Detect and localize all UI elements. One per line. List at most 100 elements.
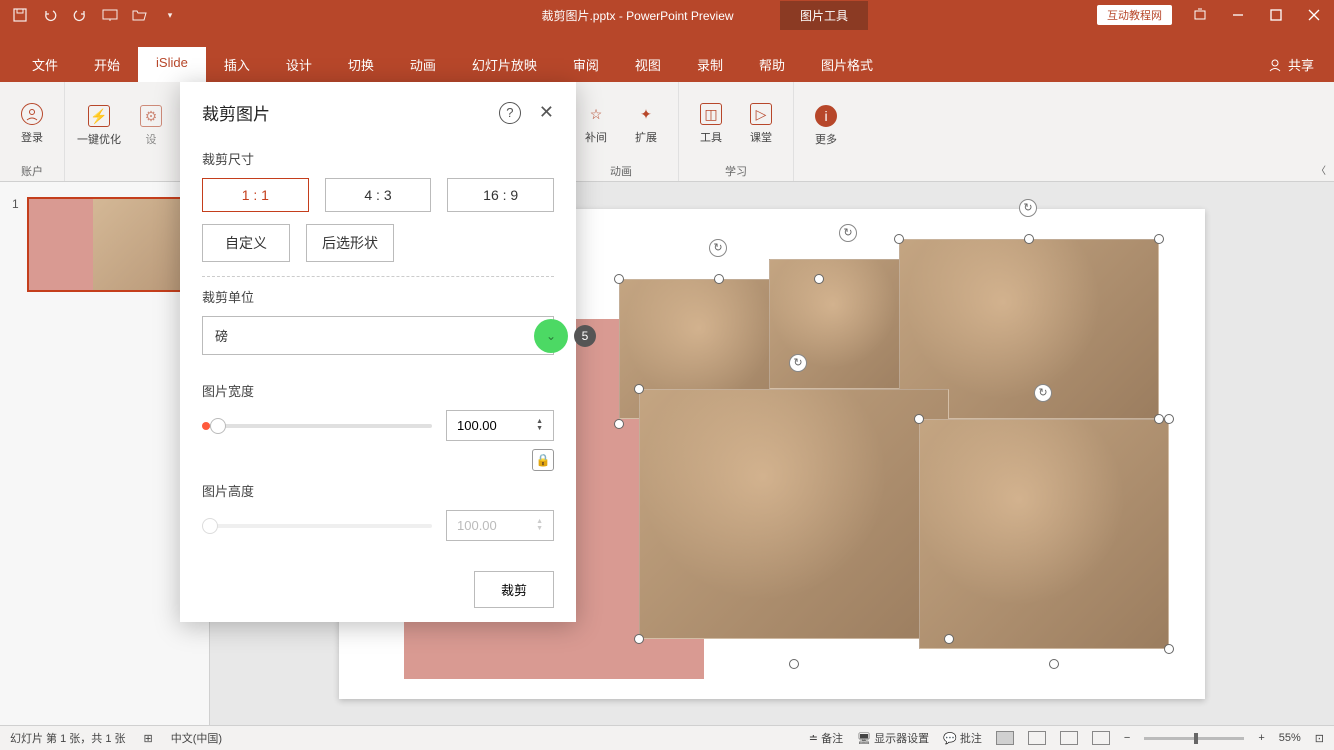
height-input: 100.00 ▲▼ bbox=[446, 510, 554, 541]
info-icon: i bbox=[815, 105, 837, 127]
shape-button[interactable]: 后选形状 bbox=[306, 224, 394, 262]
more-button[interactable]: i更多 bbox=[806, 105, 846, 147]
width-slider[interactable] bbox=[202, 424, 432, 428]
titlebar: ▾ 裁剪图片.pptx - PowerPoint Preview 图片工具 互动… bbox=[0, 0, 1334, 30]
close-icon[interactable]: ✕ bbox=[539, 102, 554, 123]
selected-images[interactable]: ↻ ↻ ↻ ↻ ↻ bbox=[619, 239, 1179, 659]
lock-icon[interactable]: 🔒 bbox=[532, 449, 554, 471]
interactive-tutorial-badge[interactable]: 互动教程网 bbox=[1097, 5, 1172, 25]
zoom-value[interactable]: 55% bbox=[1279, 732, 1301, 744]
width-input[interactable]: 100.00 ▲▼ bbox=[446, 410, 554, 441]
tab-picformat[interactable]: 图片格式 bbox=[803, 47, 891, 82]
ribbon-group-learn: ◫工具 ▷课堂 学习 bbox=[679, 82, 794, 181]
chevron-down-icon[interactable]: ⌄ bbox=[534, 319, 568, 353]
share-icon bbox=[1268, 58, 1282, 72]
title-center: 裁剪图片.pptx - PowerPoint Preview bbox=[178, 7, 1097, 24]
save-icon[interactable] bbox=[12, 7, 28, 23]
extend-button[interactable]: ✦扩展 bbox=[626, 103, 666, 145]
accessibility-icon[interactable]: ⊞ bbox=[144, 732, 153, 745]
optimize-button[interactable]: ⚡ 一键优化 bbox=[77, 105, 121, 147]
display-settings-button[interactable]: 🖥 显示器设置 bbox=[857, 730, 929, 746]
spinner-icon: ▲▼ bbox=[536, 518, 543, 533]
reading-view-icon[interactable] bbox=[1060, 731, 1078, 745]
title-right: 互动教程网 bbox=[1097, 5, 1334, 25]
tab-slideshow[interactable]: 幻灯片放映 bbox=[454, 47, 555, 82]
tab-help[interactable]: 帮助 bbox=[741, 47, 803, 82]
rotate-handle-icon[interactable]: ↻ bbox=[1034, 384, 1052, 402]
fit-window-icon[interactable]: ⊡ bbox=[1315, 732, 1324, 745]
custom-ratio-button[interactable]: 自定义 bbox=[202, 224, 290, 262]
slide-info: 幻灯片 第 1 张，共 1 张 bbox=[10, 730, 126, 746]
crop-button[interactable]: 裁剪 bbox=[474, 571, 554, 608]
document-title: 裁剪图片.pptx - PowerPoint Preview bbox=[541, 7, 733, 24]
ribbon-group-design: ⚡ 一键优化 ⚙ 设 bbox=[65, 82, 184, 181]
gear-icon: ⚙ bbox=[140, 105, 162, 127]
crop-unit-label: 裁剪单位 bbox=[202, 287, 554, 306]
unit-select[interactable]: 磅 bbox=[202, 316, 554, 355]
close-icon[interactable] bbox=[1304, 5, 1324, 25]
rotate-handle-icon[interactable]: ↻ bbox=[839, 224, 857, 242]
redo-icon[interactable] bbox=[72, 7, 88, 23]
quick-access-toolbar: ▾ bbox=[0, 7, 178, 23]
height-slider bbox=[202, 524, 432, 528]
help-icon[interactable]: ? bbox=[499, 102, 521, 124]
spinner-icon[interactable]: ▲▼ bbox=[536, 418, 543, 433]
undo-icon[interactable] bbox=[42, 7, 58, 23]
statusbar: 幻灯片 第 1 张，共 1 张 ⊞ 中文(中国) ≐ 备注 🖥 显示器设置 💬 … bbox=[0, 725, 1334, 750]
slideshow-view-icon[interactable] bbox=[1092, 731, 1110, 745]
share-label: 共享 bbox=[1288, 55, 1314, 74]
tab-insert[interactable]: 插入 bbox=[206, 47, 268, 82]
slideshow-icon[interactable] bbox=[102, 7, 118, 23]
zoom-in-icon[interactable]: + bbox=[1258, 732, 1264, 744]
ribbon-options-icon[interactable] bbox=[1190, 5, 1210, 25]
fill-button[interactable]: ☆补间 bbox=[576, 103, 616, 145]
crop-size-label: 裁剪尺寸 bbox=[202, 149, 554, 168]
ratio-1-1-button[interactable]: 1 : 1 bbox=[202, 178, 309, 212]
tools-button[interactable]: ◫工具 bbox=[691, 103, 731, 145]
tab-file[interactable]: 文件 bbox=[14, 47, 76, 82]
star-icon: ☆ bbox=[585, 103, 607, 125]
tab-islide[interactable]: iSlide bbox=[138, 47, 206, 82]
share-button[interactable]: 共享 bbox=[1248, 47, 1334, 82]
collapse-ribbon-icon[interactable]: 〈 bbox=[1316, 162, 1326, 177]
class-button[interactable]: ▷课堂 bbox=[741, 103, 781, 145]
minimize-icon[interactable] bbox=[1228, 5, 1248, 25]
stars-icon: ✦ bbox=[635, 103, 657, 125]
tab-record[interactable]: 录制 bbox=[679, 47, 741, 82]
ratio-4-3-button[interactable]: 4 : 3 bbox=[325, 178, 432, 212]
tab-review[interactable]: 审阅 bbox=[555, 47, 617, 82]
settings-button[interactable]: ⚙ 设 bbox=[131, 105, 171, 147]
contextual-tool-tab: 图片工具 bbox=[780, 1, 868, 30]
sorter-view-icon[interactable] bbox=[1028, 731, 1046, 745]
ratio-16-9-button[interactable]: 16 : 9 bbox=[447, 178, 554, 212]
tab-animation[interactable]: 动画 bbox=[392, 47, 454, 82]
notes-button[interactable]: ≐ 备注 bbox=[809, 730, 843, 746]
ribbon-tabs: 文件 开始 iSlide 插入 设计 切换 动画 幻灯片放映 审阅 视图 录制 … bbox=[0, 30, 1334, 82]
width-label: 图片宽度 bbox=[202, 381, 554, 400]
ribbon-group-anim: ☆补间 ✦扩展 动画 bbox=[564, 82, 679, 181]
open-icon[interactable] bbox=[132, 7, 148, 23]
rotate-handle-icon[interactable]: ↻ bbox=[1019, 199, 1037, 217]
rotate-handle-icon[interactable]: ↻ bbox=[789, 354, 807, 372]
comments-button[interactable]: 💬 批注 bbox=[943, 730, 982, 746]
thumbnail-item[interactable]: 1 bbox=[12, 197, 197, 292]
login-button[interactable]: 登录 bbox=[12, 103, 52, 145]
slide-thumbnail[interactable] bbox=[27, 197, 192, 292]
zoom-out-icon[interactable]: − bbox=[1124, 732, 1130, 744]
language-indicator[interactable]: 中文(中国) bbox=[171, 730, 222, 746]
flash-icon: ⚡ bbox=[88, 105, 110, 127]
tab-start[interactable]: 开始 bbox=[76, 47, 138, 82]
normal-view-icon[interactable] bbox=[996, 731, 1014, 745]
play-icon: ▷ bbox=[750, 103, 772, 125]
popup-title: 裁剪图片 bbox=[202, 100, 499, 125]
maximize-icon[interactable] bbox=[1266, 5, 1286, 25]
tab-view[interactable]: 视图 bbox=[617, 47, 679, 82]
qat-more-icon[interactable]: ▾ bbox=[162, 7, 178, 23]
thumbnail-panel: 1 bbox=[0, 182, 210, 725]
height-label: 图片高度 bbox=[202, 481, 554, 500]
rotate-handle-icon[interactable]: ↻ bbox=[709, 239, 727, 257]
tab-design[interactable]: 设计 bbox=[268, 47, 330, 82]
zoom-slider[interactable] bbox=[1144, 737, 1244, 740]
step-badge: 5 bbox=[574, 325, 596, 347]
tab-transition[interactable]: 切换 bbox=[330, 47, 392, 82]
